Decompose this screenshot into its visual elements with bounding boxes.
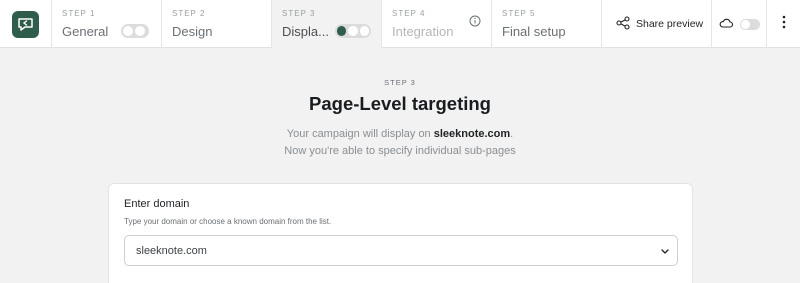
domain-select[interactable]: sleeknote.com (124, 235, 678, 266)
logo-icon[interactable] (12, 10, 39, 38)
step-status-toggle (335, 24, 371, 38)
subtitle-suffix: . (510, 128, 514, 140)
step-general[interactable]: STEP 1 General (52, 0, 162, 48)
step-integration[interactable]: STEP 4 Integration (382, 0, 492, 48)
step-number: STEP 5 (502, 9, 536, 18)
step-label: Final setup (502, 24, 566, 39)
domain-select-value: sleeknote.com (136, 244, 207, 257)
step-eyebrow: STEP 3 (384, 78, 416, 87)
info-icon[interactable] (469, 14, 481, 32)
more-options-button[interactable] (767, 0, 800, 48)
domain-card-title: Enter domain (124, 198, 190, 210)
step-number: STEP 1 (62, 9, 96, 18)
page-subtitle: Your campaign will display on sleeknote.… (0, 126, 800, 160)
step-design[interactable]: STEP 2 Design (162, 0, 272, 48)
step-status-toggle (121, 24, 149, 38)
chevron-down-icon (661, 245, 669, 257)
cloud-icon (719, 15, 734, 33)
subtitle-domain: sleeknote.com (433, 128, 511, 140)
share-icon (616, 15, 630, 33)
step-label: Design (172, 24, 213, 39)
step-display[interactable]: STEP 3 Displa... (272, 0, 382, 48)
top-navigation-bar: STEP 1 General STEP 2 Design STEP 3 Disp… (0, 0, 800, 48)
share-preview-button[interactable]: Share preview (602, 0, 712, 48)
logo-cell[interactable] (0, 0, 52, 48)
share-preview-label: Share preview (636, 18, 704, 30)
more-vertical-icon (782, 15, 786, 34)
page-header: STEP 3 Page-Level targeting Your campaig… (0, 78, 800, 160)
domain-card-help: Type your domain or choose a known domai… (124, 217, 332, 226)
step-number: STEP 3 (282, 9, 316, 18)
subtitle-prefix: Your campaign will display on (286, 128, 434, 140)
step-number: STEP 2 (172, 9, 206, 18)
page-title: Page-Level targeting (309, 93, 491, 114)
cloud-sync-cell (712, 0, 767, 48)
cloud-sync-toggle[interactable] (740, 18, 760, 30)
domain-card: Enter domain Type your domain or choose … (108, 183, 693, 283)
step-final-setup[interactable]: STEP 5 Final setup (492, 0, 602, 48)
subtitle-line2: Now you're able to specify individual su… (284, 145, 516, 157)
